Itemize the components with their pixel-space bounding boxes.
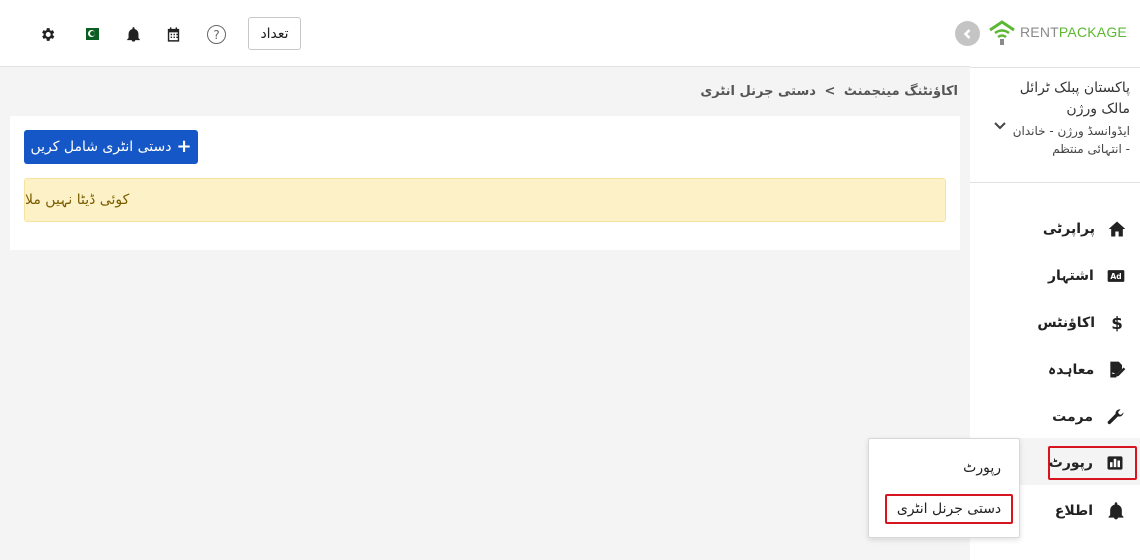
add-manual-entry-button[interactable]: + دستی انٹری شامل کریں bbox=[24, 130, 198, 164]
sidebar-item-repair[interactable]: مرمت bbox=[1048, 400, 1137, 434]
sidebar-collapse-button[interactable] bbox=[955, 21, 980, 46]
chart-icon bbox=[1105, 452, 1125, 474]
logo-mark-icon bbox=[989, 20, 1015, 45]
submenu-item-report[interactable]: رپورٹ bbox=[963, 460, 1001, 476]
sidebar-item-label: اکاؤنٹس bbox=[1037, 315, 1095, 331]
settings-icon[interactable] bbox=[38, 25, 56, 43]
sidebar-divider bbox=[970, 182, 1140, 183]
sidebar-item-property[interactable]: پراپرٹی bbox=[1043, 212, 1137, 246]
ad-icon: Ad bbox=[1106, 265, 1127, 287]
pakistan-flag-icon[interactable] bbox=[82, 28, 99, 40]
content-card: + دستی انٹری شامل کریں کوئی ڈیٹا نہیں مل… bbox=[10, 116, 960, 250]
contract-icon bbox=[1106, 359, 1127, 381]
company-plan: ایڈوانسڈ ورژن - خاندان - انتہائی منتظم bbox=[1012, 124, 1130, 156]
breadcrumb-parent[interactable]: اکاؤنٹنگ مینجمنٹ bbox=[844, 84, 958, 99]
sidebar-item-accounts[interactable]: اکاؤنٹس $ bbox=[1037, 306, 1137, 340]
sidebar-item-contract[interactable]: معاہدہ bbox=[1048, 353, 1137, 387]
dollar-icon: $ bbox=[1107, 312, 1127, 334]
plus-icon: + bbox=[176, 136, 192, 157]
chevron-down-icon[interactable] bbox=[992, 117, 1008, 133]
sidebar-item-notification[interactable]: اطلاع bbox=[1048, 494, 1137, 528]
calendar-icon[interactable] bbox=[164, 25, 182, 43]
logo-text: RENTPACKAGE bbox=[1020, 24, 1127, 40]
chevron-left-icon bbox=[963, 28, 970, 39]
company-switcher[interactable]: پاکستان پبلک ٹرائل مالک ورژن ایڈوانسڈ ور… bbox=[1005, 78, 1130, 158]
empty-data-alert: کوئی ڈیٹا نہیں ملا bbox=[24, 178, 946, 222]
sidebar-item-label: پراپرٹی bbox=[1042, 221, 1095, 237]
add-manual-entry-label: دستی انٹری شامل کریں bbox=[30, 139, 172, 155]
breadcrumb-separator: > bbox=[824, 84, 836, 99]
empty-data-message: کوئی ڈیٹا نہیں ملا bbox=[25, 192, 130, 208]
sidebar-item-label: مرمت bbox=[1052, 409, 1093, 425]
sidebar-divider bbox=[970, 67, 1140, 68]
sidebar-item-ads[interactable]: اشتہار Ad bbox=[1048, 259, 1137, 293]
svg-text:Ad: Ad bbox=[1111, 272, 1122, 281]
sidebar-item-label: اشتہار bbox=[1048, 268, 1094, 284]
bell-icon[interactable] bbox=[124, 25, 142, 43]
breadcrumb: اکاؤنٹنگ مینجمنٹ > دستی جرنل انٹری bbox=[698, 84, 960, 99]
report-submenu: رپورٹ دستی جرنل انٹری bbox=[868, 438, 1020, 538]
home-icon bbox=[1107, 218, 1127, 240]
sidebar-item-report[interactable]: رپورٹ bbox=[1048, 446, 1137, 480]
svg-text:$: $ bbox=[1111, 314, 1123, 333]
help-icon[interactable]: ? bbox=[207, 25, 226, 44]
submenu-item-manual-journal-entry[interactable]: دستی جرنل انٹری bbox=[885, 494, 1013, 524]
wrench-icon bbox=[1105, 406, 1127, 428]
rentpackage-logo[interactable]: RENTPACKAGE bbox=[988, 18, 1127, 46]
sidebar-item-label: معاہدہ bbox=[1048, 362, 1095, 378]
company-name: پاکستان پبلک ٹرائل مالک ورژن bbox=[1019, 80, 1130, 117]
top-header: ? تعداد bbox=[0, 0, 970, 67]
sidebar-item-label: اطلاع bbox=[1054, 503, 1093, 519]
sidebar-item-label: رپورٹ bbox=[1048, 455, 1093, 471]
breadcrumb-current: دستی جرنل انٹری bbox=[700, 84, 816, 99]
bell-icon bbox=[1105, 500, 1127, 522]
count-button[interactable]: تعداد bbox=[248, 17, 301, 50]
